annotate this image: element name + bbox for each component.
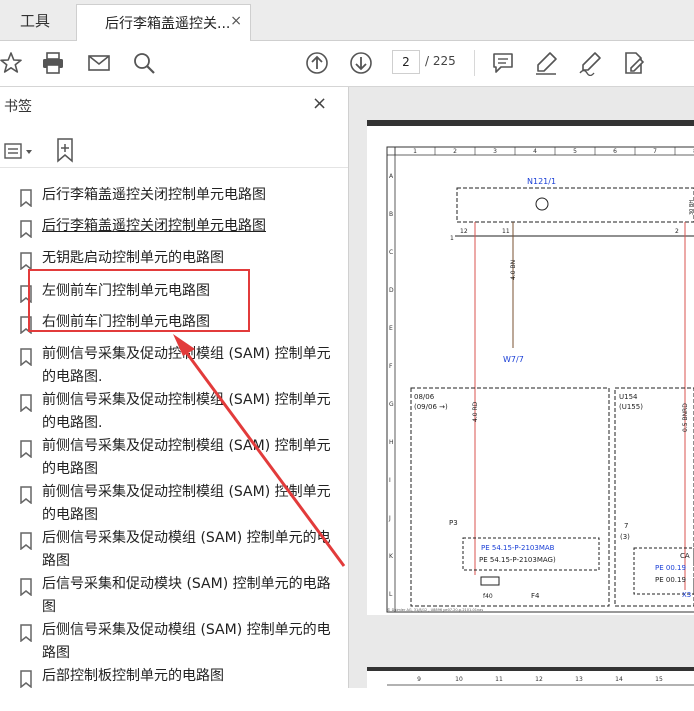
arrow-annotation bbox=[173, 334, 346, 567]
